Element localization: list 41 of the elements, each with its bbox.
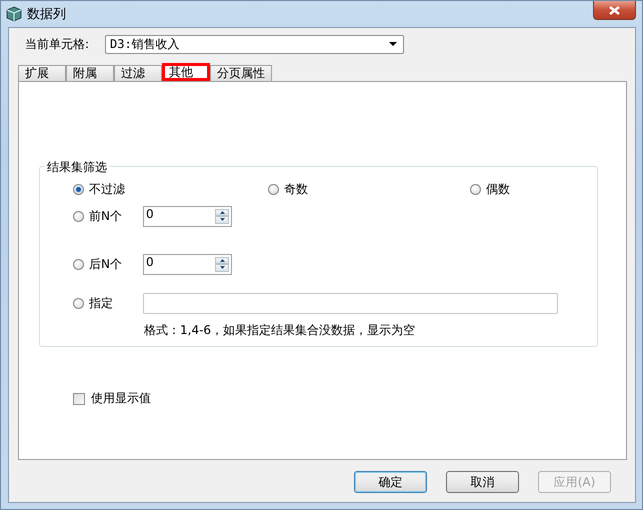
up-arrow-icon[interactable] [220,210,224,214]
cell-dropdown[interactable]: D3:销售收入 [105,34,404,54]
checkbox[interactable] [73,392,85,404]
field-value: 0 [146,254,154,270]
dialog-button[interactable]: 取消 [446,471,519,493]
group-title: 结果集筛选 [45,159,109,176]
radio-button[interactable] [73,258,84,270]
radio-label: 偶数 [486,180,510,198]
field-value: 0 [146,206,154,222]
radio-label: 奇数 [284,180,308,198]
tab[interactable]: 附属 [66,65,114,81]
radio-label: 后N个 [89,256,122,272]
radio-button[interactable] [268,184,279,194]
radio-button[interactable] [470,184,481,194]
tab[interactable]: 其他 [162,63,210,81]
checkbox-label: 使用显示值 [91,390,151,407]
down-arrow-icon[interactable] [220,218,224,222]
cube-icon [6,6,22,22]
tab[interactable]: 扩展 [18,65,66,81]
number-field[interactable]: 0 [143,254,232,274]
up-arrow-icon[interactable] [220,258,224,262]
dialog-button: 应用(A) [538,471,611,493]
radio-label: 不过滤 [89,180,125,198]
radio-label: 指定 [89,294,113,312]
down-arrow-icon[interactable] [220,266,224,270]
window-title: 数据列 [27,6,66,22]
close-icon [609,6,620,14]
caret-icon [389,42,397,46]
radio-button[interactable] [73,298,84,308]
field-label: 当前单元格: [25,36,90,52]
close-button[interactable] [593,1,636,20]
dialog-button[interactable]: 确定 [354,471,427,493]
radio-label: 前N个 [89,208,122,224]
radio-button[interactable] [73,210,84,222]
number-field[interactable]: 0 [143,206,232,226]
radio-button[interactable] [73,184,84,194]
dropdown-value: D3:销售收入 [110,36,180,52]
tab[interactable]: 过滤 [114,65,162,81]
format-hint: 格式：1,4-6，如果指定结果集合没数据，显示为空 [144,322,416,339]
tab[interactable]: 分页属性 [210,65,272,81]
input-field[interactable] [143,292,558,314]
